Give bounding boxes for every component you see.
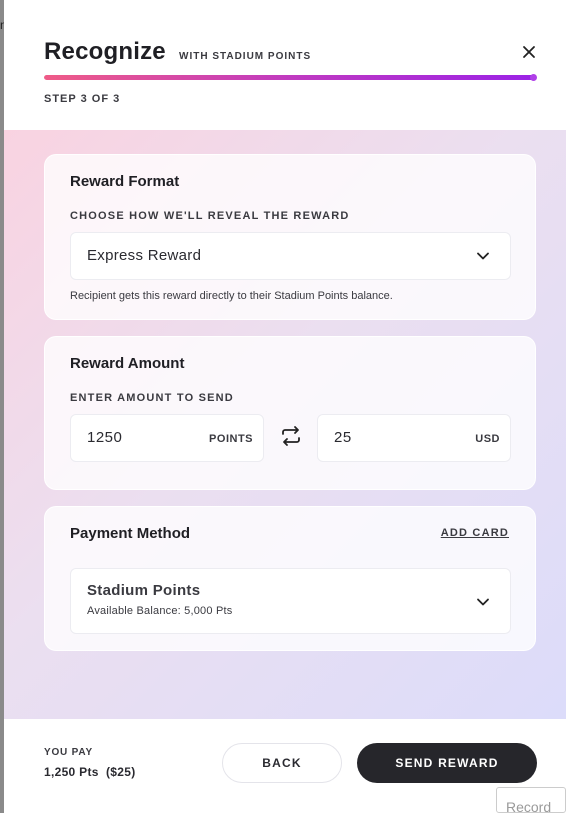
reward-amount-label: ENTER AMOUNT TO SEND xyxy=(70,392,234,404)
reward-format-title: Reward Format xyxy=(70,173,180,190)
step-indicator: STEP 3 OF 3 xyxy=(44,93,121,105)
modal-header: Recognize WITH STADIUM POINTS STEP 3 OF … xyxy=(4,0,566,130)
payment-method-title: Payment Method xyxy=(70,525,191,542)
close-icon xyxy=(523,46,535,58)
reward-amount-card: Reward Amount ENTER AMOUNT TO SEND 1250 … xyxy=(44,336,536,490)
reward-format-label: CHOOSE HOW WE'LL REVEAL THE REWARD xyxy=(70,210,350,222)
reward-format-select[interactable]: Express Reward xyxy=(70,232,511,280)
payment-method-value: Stadium Points xyxy=(87,582,201,599)
usd-unit: USD xyxy=(475,433,500,445)
usd-input[interactable]: 25 USD xyxy=(317,414,511,462)
modal-subtitle: WITH STADIUM POINTS xyxy=(179,51,312,62)
progress-end-dot xyxy=(530,74,537,81)
back-button[interactable]: BACK xyxy=(222,743,342,783)
reward-amount-title: Reward Amount xyxy=(70,355,185,372)
record-tag[interactable]: Record xyxy=(496,787,566,813)
available-balance: Available Balance: 5,000 Pts xyxy=(87,605,233,617)
send-reward-button[interactable]: SEND REWARD xyxy=(357,743,537,783)
swap-arrows-icon[interactable] xyxy=(280,425,302,447)
payment-method-select[interactable]: Stadium Points Available Balance: 5,000 … xyxy=(70,568,511,634)
recognize-modal: Recognize WITH STADIUM POINTS STEP 3 OF … xyxy=(4,0,566,813)
points-input[interactable]: 1250 POINTS xyxy=(70,414,264,462)
points-unit: POINTS xyxy=(209,433,253,445)
reward-format-value: Express Reward xyxy=(87,247,202,264)
payment-method-card: Payment Method ADD CARD Stadium Points A… xyxy=(44,506,536,651)
you-pay-label: YOU PAY xyxy=(44,747,93,758)
close-button[interactable] xyxy=(519,41,539,63)
reward-format-card: Reward Format CHOOSE HOW WE'LL REVEAL TH… xyxy=(44,154,536,320)
progress-fill xyxy=(44,75,536,80)
you-pay-value: 1,250 Pts ($25) xyxy=(44,765,136,779)
chevron-down-icon xyxy=(477,598,489,606)
modal-footer: YOU PAY 1,250 Pts ($25) BACK SEND REWARD xyxy=(4,719,566,813)
points-value: 1250 xyxy=(87,429,123,446)
add-card-link[interactable]: ADD CARD xyxy=(441,527,509,539)
reward-format-help: Recipient gets this reward directly to t… xyxy=(70,290,393,302)
progress-bar xyxy=(44,75,536,80)
modal-body: Reward Format CHOOSE HOW WE'LL REVEAL TH… xyxy=(4,130,566,719)
chevron-down-icon xyxy=(477,252,489,260)
usd-value: 25 xyxy=(334,429,352,446)
modal-title: Recognize xyxy=(44,38,166,65)
